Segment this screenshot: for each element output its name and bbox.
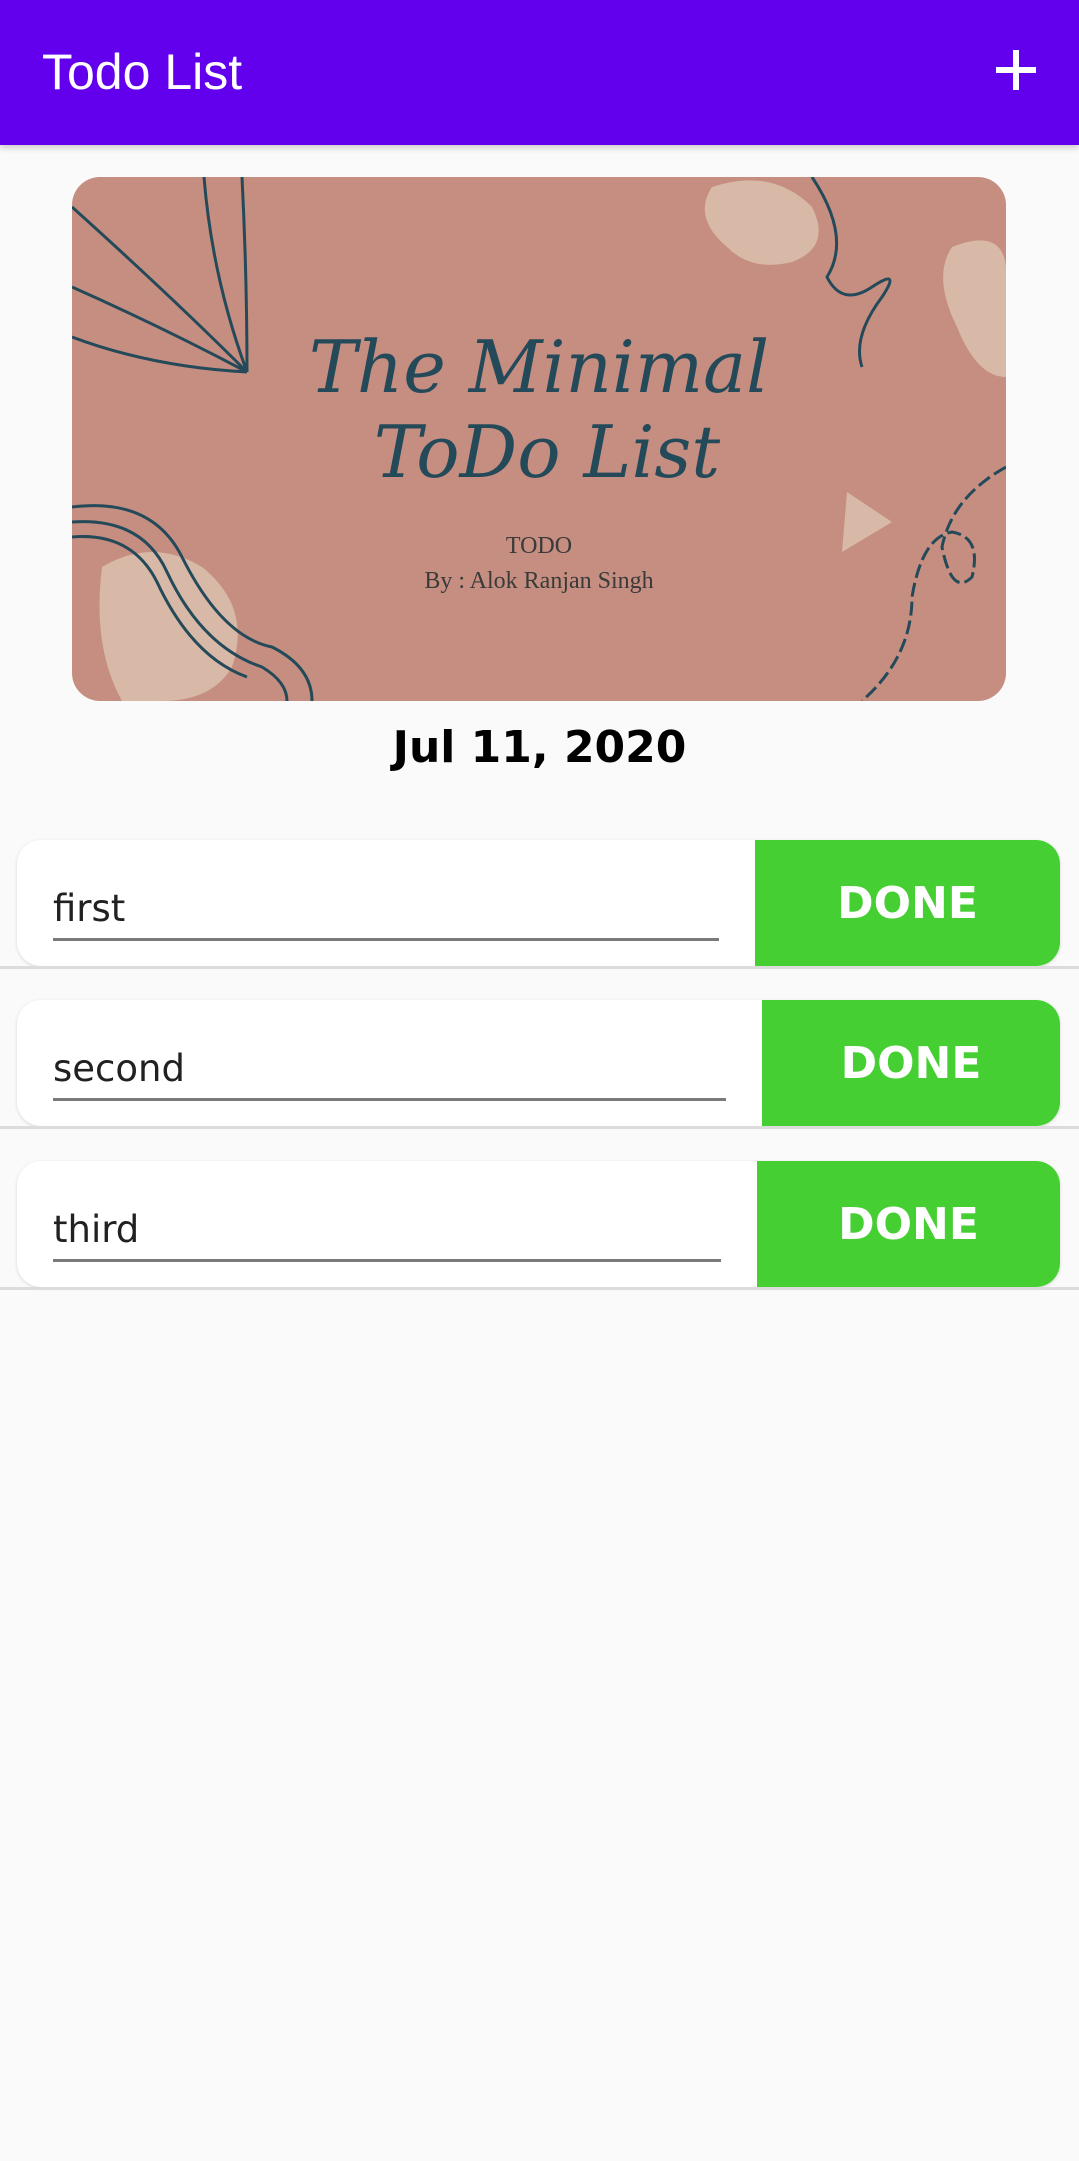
done-button[interactable]: DONE xyxy=(755,840,1060,966)
done-button[interactable]: DONE xyxy=(762,1000,1060,1126)
banner-title-line2: ToDo List xyxy=(374,410,722,494)
todo-item: DONE xyxy=(17,1000,1060,1126)
todo-input[interactable] xyxy=(53,1201,721,1257)
banner-image: The Minimal ToDo List TODO By : Alok Ran… xyxy=(72,177,1006,701)
todo-item: DONE xyxy=(17,1161,1060,1287)
todo-text-field[interactable] xyxy=(53,880,719,941)
date-label: Jul 11, 2020 xyxy=(392,722,687,773)
banner-author: By : Alok Ranjan Singh xyxy=(424,568,653,594)
divider xyxy=(0,966,1079,969)
banner-title-line1: The Minimal xyxy=(309,325,769,409)
add-todo-button[interactable] xyxy=(990,44,1042,96)
divider xyxy=(0,1126,1079,1129)
divider xyxy=(0,1287,1079,1290)
todo-text-field[interactable] xyxy=(53,1040,726,1101)
todo-item: DONE xyxy=(17,840,1060,966)
banner-subtitle: TODO xyxy=(506,533,572,559)
plus-icon xyxy=(996,50,1036,90)
app-bar: Todo List xyxy=(0,0,1079,145)
done-button[interactable]: DONE xyxy=(757,1161,1060,1287)
todo-text-field[interactable] xyxy=(53,1201,721,1262)
todo-input[interactable] xyxy=(53,1040,726,1096)
todo-input[interactable] xyxy=(53,880,719,936)
app-title: Todo List xyxy=(42,44,243,100)
